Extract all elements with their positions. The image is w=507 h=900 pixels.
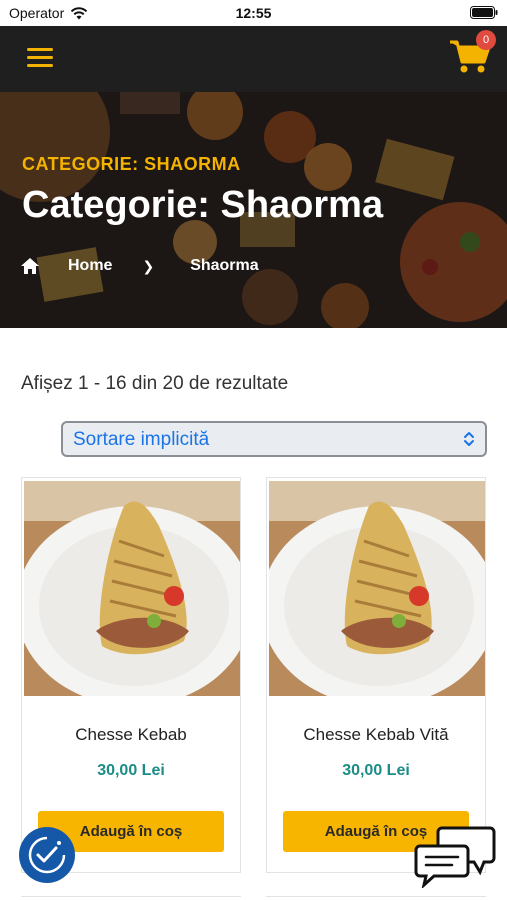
product-name[interactable]: Chesse Kebab (22, 725, 240, 745)
breadcrumb-home-link[interactable]: Home (68, 257, 112, 275)
chat-button[interactable] (414, 822, 496, 890)
product-card[interactable]: Chesse Kebab 30,00 Lei Adaugă în coș (21, 477, 241, 873)
breadcrumb: Home ❯ Shaorma (20, 257, 259, 275)
select-chevron-icon (464, 432, 474, 446)
product-name[interactable]: Chesse Kebab Vită (267, 725, 485, 745)
battery-icon (470, 6, 498, 19)
chat-bubbles-icon (414, 826, 496, 890)
status-time: 12:55 (235, 5, 272, 21)
chevron-right-icon: ❯ (142, 257, 155, 274)
results-count: Afișez 1 - 16 din 20 de rezultate (21, 373, 289, 394)
app-header (0, 26, 507, 92)
accessibility-icon (28, 836, 66, 874)
page-title: Categorie: Shaorma (22, 184, 384, 226)
sort-selected-value: Sortare implicită (73, 429, 210, 450)
home-icon[interactable] (20, 257, 40, 275)
next-row-card-edge (21, 896, 241, 900)
product-card[interactable]: Chesse Kebab Vită 30,00 Lei Adaugă în co… (266, 477, 486, 873)
product-image[interactable] (269, 481, 485, 696)
product-price: 30,00 Lei (97, 762, 165, 779)
status-bar: Operator 12:55 (0, 0, 507, 26)
product-price: 30,00 Lei (342, 762, 410, 779)
next-row-card-edge (266, 896, 486, 900)
category-kicker: CATEGORIE: SHAORMA (22, 154, 241, 174)
accessibility-button[interactable] (19, 827, 75, 883)
category-hero: CATEGORIE: SHAORMA Categorie: Shaorma Ho… (0, 92, 507, 328)
menu-icon[interactable] (27, 48, 53, 68)
cart-count-badge: 0 (476, 30, 496, 50)
breadcrumb-current: Shaorma (190, 257, 259, 274)
product-image[interactable] (24, 481, 240, 696)
sort-select[interactable]: Sortare implicită (61, 421, 487, 457)
